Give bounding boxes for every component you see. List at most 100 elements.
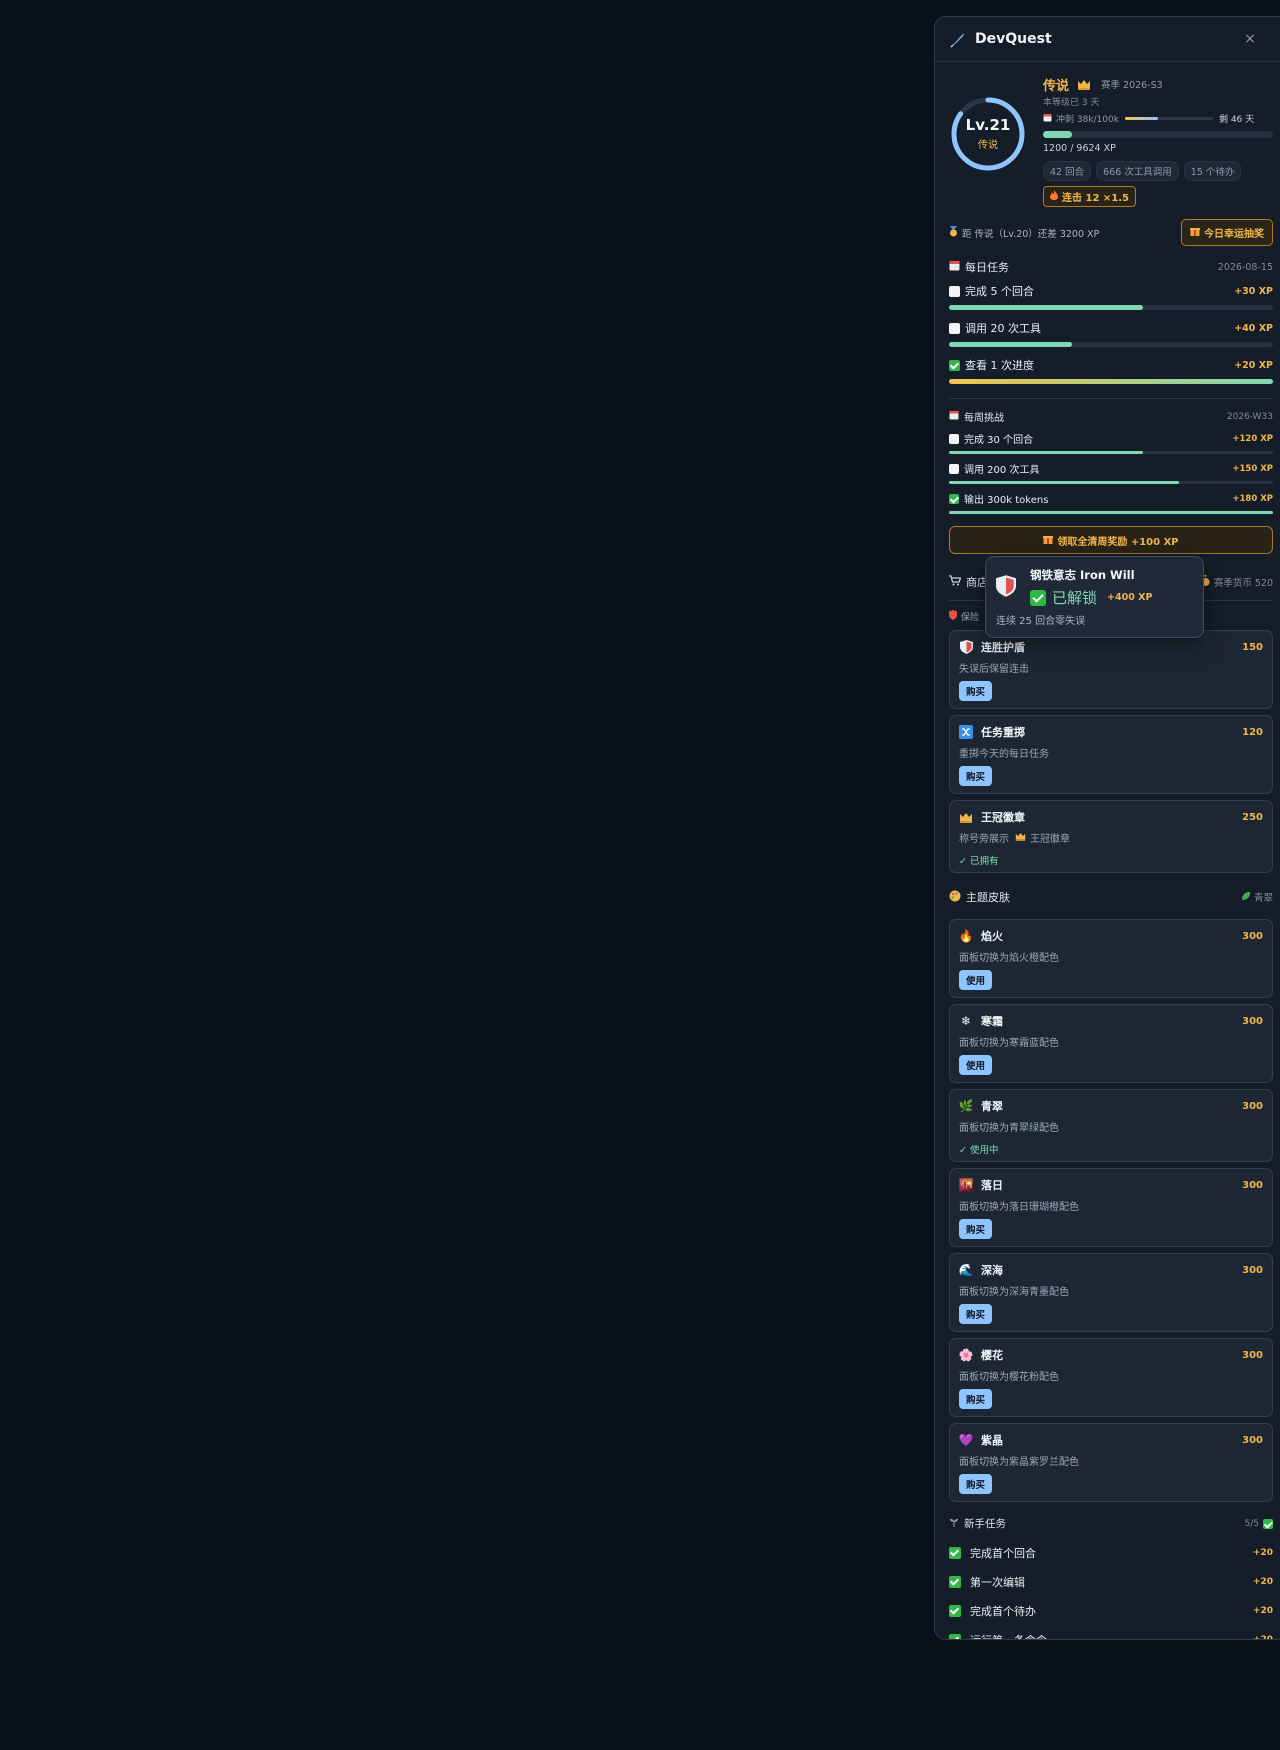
skin-desc: 面板切换为紫晶紫罗兰配色: [959, 1457, 1079, 1468]
buy-button[interactable]: 购买: [959, 1304, 993, 1324]
claim-weekly-button[interactable]: 领取全清周奖励 +100 XP: [949, 526, 1273, 554]
buy-button[interactable]: 购买: [959, 1389, 993, 1409]
level-tier: 传说: [978, 140, 998, 151]
skin-card: 🌿 青翠 300 面板切换为青翠绿配色 ✓ 使用中: [949, 1089, 1273, 1162]
skin-desc: 面板切换为焰火橙配色: [959, 953, 1059, 964]
next-tier-hint: 距 传说（Lv.20）还差 3200 XP: [949, 225, 1099, 240]
starter-list: 完成首个回合+20第一次编辑+20完成首个待办+20运行第一条命令+20查看一次…: [949, 1545, 1273, 1640]
task-label: 查看 1 次进度: [965, 359, 1034, 372]
xp-text: 1200 / 9624 XP: [1043, 143, 1116, 154]
blossom-icon: 🌸: [958, 1348, 974, 1362]
wave-icon: 🌊: [958, 1263, 974, 1277]
skin-price: 300: [1242, 1434, 1263, 1446]
task-xp: +30 XP: [1234, 285, 1273, 297]
quill-icon: [950, 33, 964, 48]
item-desc: 失误后保留连击: [959, 664, 1029, 675]
buy-button[interactable]: 购买: [959, 1219, 993, 1239]
shuffle-icon: [959, 725, 973, 739]
task-xp: +180 XP: [1232, 493, 1273, 504]
checkbox-checked-icon: [949, 493, 959, 504]
item-price: 150: [1242, 641, 1263, 653]
season-sprint: 冲刺 38k/100k 剩 46 天: [1043, 112, 1273, 125]
shop-item-crown-badge: 王冠徽章 250 称号旁展示 王冠徽章 ✓ 已拥有: [949, 800, 1273, 873]
weekly-task[interactable]: 输出 300k tokens +180 XP: [949, 491, 1273, 514]
checkbox-icon: [949, 322, 960, 334]
insurance-label: 保险: [961, 612, 980, 623]
starter-quest-item: 运行第一条命令 +20: [949, 1632, 1273, 1640]
skin-card: 🌸 樱花 300 面板切换为樱花粉配色 购买: [949, 1338, 1273, 1417]
desc-prefix: 称号旁展示: [959, 834, 1009, 845]
starter-count: 5/5: [1244, 1518, 1259, 1529]
task-progress: [949, 379, 1273, 384]
starter-title: 新手任务: [964, 1518, 1006, 1530]
owned-status: ✓ 已拥有: [959, 856, 999, 867]
sunset-icon: 🌇: [958, 1178, 974, 1192]
task-xp: +20 XP: [1234, 359, 1273, 371]
cart-icon: [949, 575, 962, 589]
quest-xp: +20: [1252, 1577, 1273, 1587]
checkbox-icon: [949, 433, 959, 444]
skin-price: 300: [1242, 1179, 1263, 1191]
weekly-title: 每周挑战: [964, 413, 1004, 424]
claim-weekly-label: 领取全清周奖励 +100 XP: [1057, 536, 1179, 548]
starter-quests: 新手任务 5/5 完成首个回合+20第一次编辑+20完成首个待办+20运行第一条…: [949, 1516, 1273, 1640]
fire-icon: [1050, 190, 1058, 203]
weekly-week: 2026-W33: [1226, 411, 1273, 422]
task-progress: [949, 451, 1273, 454]
checkbox-checked-icon: [949, 1605, 961, 1617]
section-divider: [949, 398, 1273, 399]
season-currency: 赛季货币 520: [1213, 578, 1273, 589]
tier-title: 传说: [1043, 78, 1070, 94]
purple-heart-icon: 💜: [958, 1433, 974, 1447]
skin-price: 300: [1242, 1100, 1263, 1112]
desc-suffix: 王冠徽章: [1030, 834, 1070, 845]
item-price: 250: [1242, 811, 1263, 823]
checkbox-checked-icon: [949, 1576, 961, 1588]
stat-chip-todos: 15 个待办: [1183, 161, 1242, 181]
daily-task[interactable]: 查看 1 次进度 +20 XP: [949, 357, 1273, 384]
unlock-status: 已解锁: [1052, 589, 1098, 607]
buy-button[interactable]: 购买: [959, 681, 993, 701]
quest-xp: +20: [1252, 1635, 1273, 1640]
weekly-task[interactable]: 调用 200 次工具 +150 XP: [949, 461, 1273, 484]
daily-date: 2026-08-15: [1217, 261, 1273, 273]
use-button[interactable]: 使用: [959, 970, 993, 990]
season-label: 赛季 2026-S3: [1101, 80, 1163, 91]
panel-header: DevQuest ×: [935, 17, 1280, 62]
daily-task[interactable]: 调用 20 次工具 +40 XP: [949, 320, 1273, 347]
use-button[interactable]: 使用: [959, 1055, 993, 1075]
devquest-panel: DevQuest × Lv.21 传说 传说 赛季 2026-S3 本等级已 3…: [934, 16, 1280, 1640]
skin-desc: 面板切换为落日珊瑚橙配色: [959, 1202, 1079, 1213]
seedling-icon: [949, 1517, 959, 1530]
current-skin: 青翠: [1253, 893, 1273, 904]
weekly-task[interactable]: 完成 30 个回合 +120 XP: [949, 431, 1273, 454]
checkbox-checked-icon: [949, 1634, 961, 1639]
task-label: 调用 200 次工具: [964, 465, 1040, 476]
item-price: 120: [1242, 726, 1263, 738]
stat-chip-turns: 42 回合: [1043, 161, 1092, 181]
buy-button[interactable]: 购买: [959, 766, 993, 786]
skin-list: 🔥 焰火 300 面板切换为焰火橙配色 使用 ❄ 寒霜 300 面板切换为寒霜蓝配色 使用 🌿 青翠 3…: [949, 919, 1273, 1502]
lucky-draw-button[interactable]: 今日幸运抽奖: [1181, 219, 1273, 246]
close-icon[interactable]: ×: [1240, 29, 1260, 49]
snowflake-icon: ❄: [960, 1014, 972, 1028]
item-desc: 重掷今天的每日任务: [959, 749, 1049, 760]
gift-icon: [1190, 226, 1200, 239]
level-ring: Lv.21 传说: [949, 95, 1027, 173]
task-label: 完成 5 个回合: [965, 285, 1034, 298]
days-at-level: 本等级已 3 天: [1043, 98, 1100, 108]
daily-task[interactable]: 完成 5 个回合 +30 XP: [949, 283, 1273, 310]
skin-name: 深海: [981, 1264, 1003, 1277]
starter-quest-item: 第一次编辑 +20: [949, 1574, 1273, 1590]
lucky-draw-label: 今日幸运抽奖: [1204, 229, 1264, 240]
checkbox-checked-icon: [1263, 1518, 1273, 1529]
tooltip-desc: 连续 25 回合零失误: [996, 616, 1086, 627]
skin-desc: 面板切换为深海青墨配色: [959, 1287, 1069, 1298]
skin-name: 樱花: [981, 1349, 1003, 1362]
skin-name: 紫晶: [981, 1434, 1003, 1447]
skin-desc: 面板切换为青翠绿配色: [959, 1123, 1059, 1134]
quest-label: 运行第一条命令: [970, 1632, 1047, 1639]
buy-button[interactable]: 购买: [959, 1474, 993, 1494]
skin-price: 300: [1242, 930, 1263, 942]
sprint-bar: [1124, 117, 1213, 120]
